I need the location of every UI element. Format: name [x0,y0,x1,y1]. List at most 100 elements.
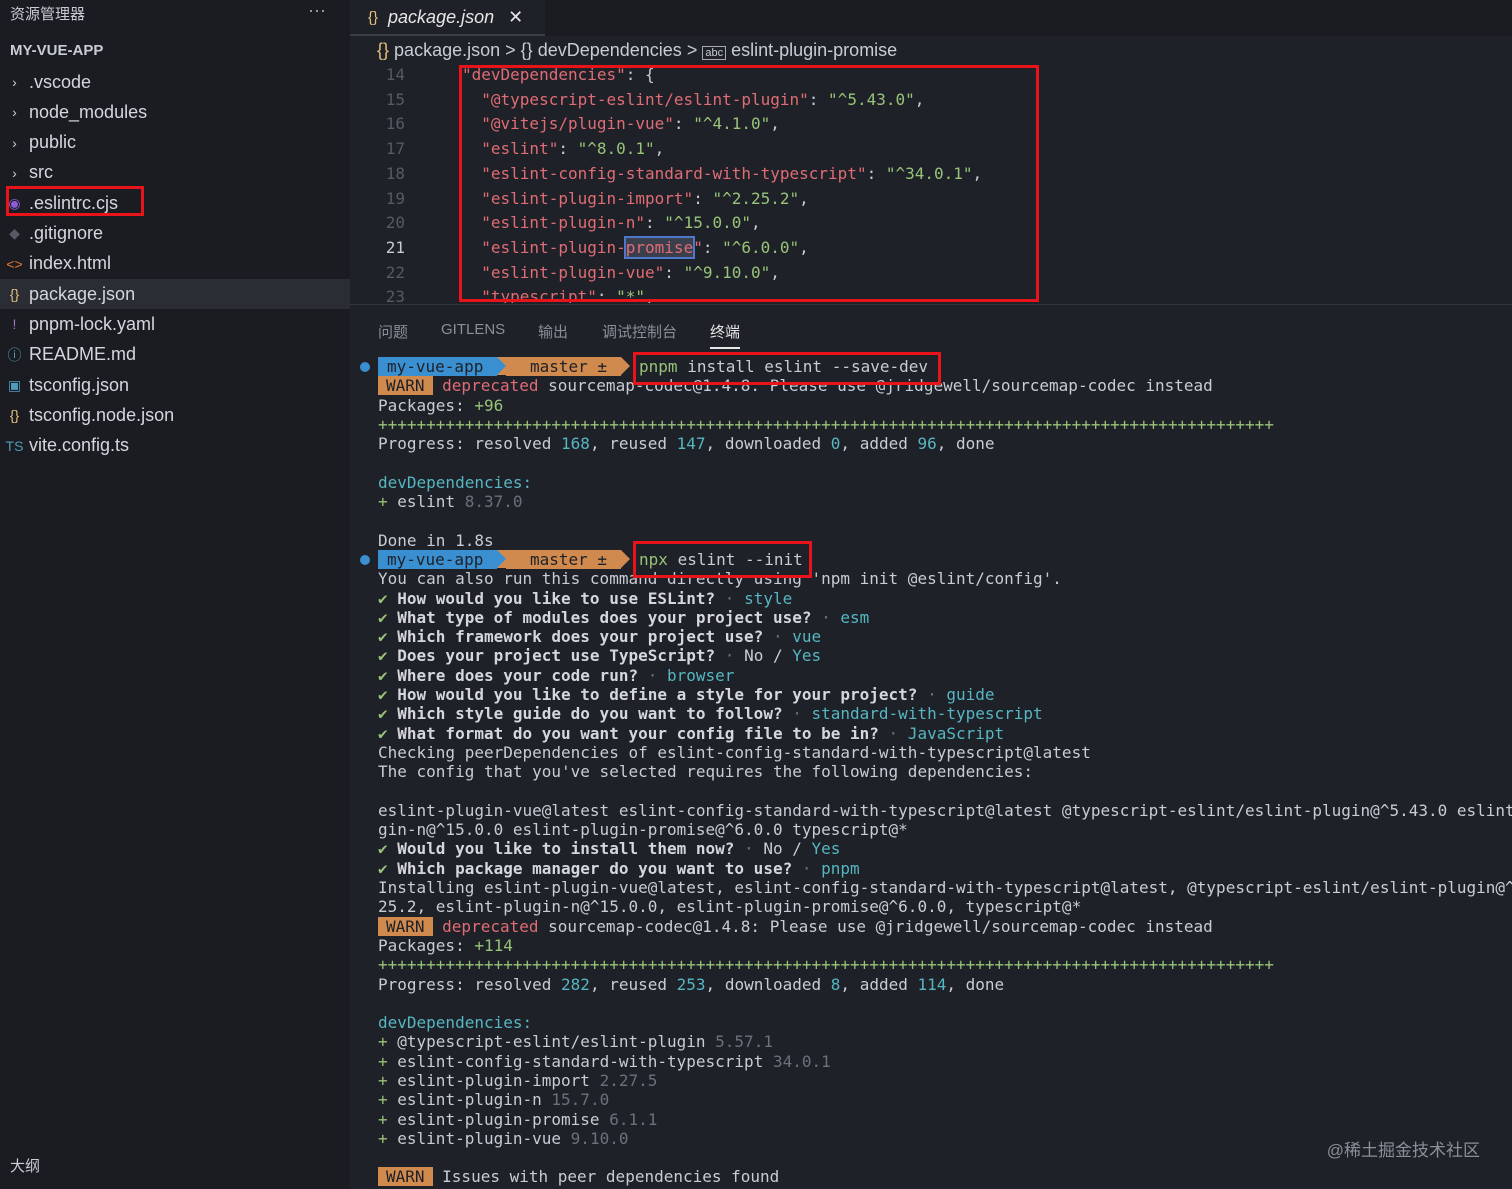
close-icon[interactable]: ✕ [508,7,523,28]
terminal-line: ✔ Which package manager do you want to u… [378,859,1512,878]
terminal-text: ✔ [378,704,398,724]
terminal-text: What type of modules does your project u… [397,607,812,627]
more-actions-button[interactable]: ··· [308,0,326,21]
terminal-text: Which framework does your project use? [397,627,764,647]
terminal-text: ✔ [378,607,398,627]
tree-item-public[interactable]: › public [0,128,350,158]
terminal-line: + eslint-plugin-import 2.27.5 [378,1071,1512,1090]
chevron-right-icon: › [12,104,17,121]
terminal-text: Checking peerDependencies of eslint-conf… [378,742,1091,762]
breadcrumb-item[interactable]: eslint-plugin-promise [731,40,897,60]
prompt-git-branch: master ± [506,357,622,376]
terminal-text: ++++++++++++++++++++++++++++++++++++++++… [378,414,1274,434]
terminal-line: + eslint-plugin-promise 6.1.1 [378,1110,1512,1129]
terminal-text: eslint [387,492,465,512]
terminal-text: 15.7.0 [551,1090,610,1110]
terminal-text: + [378,1032,388,1052]
terminal-text: · [782,704,812,724]
panel-tab[interactable]: 调试控制台 [602,321,677,342]
terminal-text: 34.0.1 [772,1051,831,1071]
terminal-text: 147 [676,434,706,454]
terminal-text: No / [763,839,812,859]
tree-item-tsconfig-node-json[interactable]: {} tsconfig.node.json [0,400,350,430]
terminal-line: gin-n@^15.0.0 eslint-plugin-promise@^6.0… [378,820,1512,839]
terminal-output[interactable]: my-vue-app master ± pnpm install eslint -… [360,357,1512,1187]
tree-item-node-modules[interactable]: › node_modules [0,97,350,127]
terminal-text: Issues with peer dependencies found [432,1167,780,1187]
terminal-line: The config that you've selected requires… [378,762,1512,781]
panel-tab[interactable]: 输出 [538,321,568,342]
terminal-line: Packages: +114 [378,936,1512,955]
terminal-line: + eslint-config-standard-with-typescript… [378,1052,1512,1071]
line-number: 14 [385,65,405,84]
terminal-text: 5.57.1 [715,1032,773,1052]
terminal-text: vue [792,627,822,647]
tree-item-vite-config-ts[interactable]: TS vite.config.ts [0,431,350,461]
terminal-text: + [378,1051,388,1071]
terminal-line: ✔ What type of modules does your project… [378,608,1512,627]
terminal-text: , reused [589,434,677,454]
chevron-right-icon: › [12,164,17,181]
terminal-text: · [811,607,841,627]
terminal-text: · [715,588,745,608]
tree-item-label: package.json [29,283,136,304]
tree-item-gitignore[interactable]: ◆ .gitignore [0,219,350,249]
terminal-text: ✔ [378,588,398,608]
tree-item-label: node_modules [29,101,148,122]
terminal-text: · [917,685,947,705]
terminal-text: ✔ [378,839,398,859]
terminal-text: +114 [474,935,513,955]
prompt-directory: my-vue-app [378,357,498,376]
tree-item-label: .gitignore [29,223,104,243]
tree-item-index-html[interactable]: <> index.html [0,249,350,279]
tree-item-package-json[interactable]: {} package.json [0,279,350,310]
terminal-text: , done [936,434,995,454]
tree-item-label: pnpm-lock.yaml [29,313,156,334]
tree-item-readme-md[interactable]: ⓘ README.md [0,340,350,370]
panel-tab[interactable]: GITLENS [441,321,505,338]
terminal-text: Yes [811,839,841,859]
tree-item-vscode[interactable]: › .vscode [0,67,350,97]
tree-item-pnpm-lock-yaml[interactable]: ! pnpm-lock.yaml [0,309,350,339]
terminal-text: · [763,627,793,647]
terminal-line: ++++++++++++++++++++++++++++++++++++++++… [378,415,1512,434]
terminal-line: ✔ How would you like to use ESLint? · st… [378,589,1512,608]
git-icon: ◆ [9,225,20,241]
terminal-text: eslint-plugin-import [387,1070,600,1090]
terminal-text: @typescript-eslint/eslint-plugin [387,1032,716,1052]
terminal-line: ++++++++++++++++++++++++++++++++++++++++… [378,955,1512,974]
terminal-text: , added [840,434,918,454]
warn-badge: WARN [378,376,433,396]
terminal-text: 114 [917,974,947,994]
terminal-text: JavaScript [907,723,1005,743]
terminal-text: + [378,492,388,512]
terminal-line: ✔ Does your project use TypeScript? · No… [378,646,1512,665]
tab-package-json[interactable]: {} package.json ✕ [350,0,545,36]
terminal-line: + eslint 8.37.0 [378,492,1512,511]
terminal-text: Which package manager do you want to use… [397,858,793,878]
chevron-right-icon: › [12,74,17,90]
chevron-right-icon: > [505,40,516,60]
breadcrumb-item[interactable]: {} devDependencies [521,40,682,60]
terminal-line: WARN Issues with peer dependencies found [378,1167,1512,1187]
terminal-line: Packages: +96 [378,396,1512,415]
info-icon: ⓘ [7,346,22,363]
project-folder[interactable]: MY-VUE-APP [10,42,103,59]
terminal-text: eslint-plugin-vue [387,1128,571,1148]
terminal-text: + [378,1090,388,1110]
breadcrumb-item[interactable]: package.json [394,40,500,60]
tree-item-src[interactable]: › src [0,158,350,188]
terminal-text: Yes [792,646,822,666]
tree-item-tsconfig-json[interactable]: ▣ tsconfig.json [0,370,350,400]
panel-tab[interactable]: 问题 [378,321,408,342]
tree-item-label: README.md [29,344,137,365]
outline-section[interactable]: 大纲 [10,1155,40,1176]
terminal-text: +96 [474,395,504,415]
terminal-text: devDependencies: [378,472,533,492]
panel-tab[interactable]: 终端 [710,321,741,349]
terminal-line: You can also run this command directly u… [378,569,1512,588]
terminal-text: What format do you want your config file… [397,723,879,743]
tree-item-label: tsconfig.node.json [29,404,175,425]
tree-item-label: vite.config.ts [29,435,130,456]
